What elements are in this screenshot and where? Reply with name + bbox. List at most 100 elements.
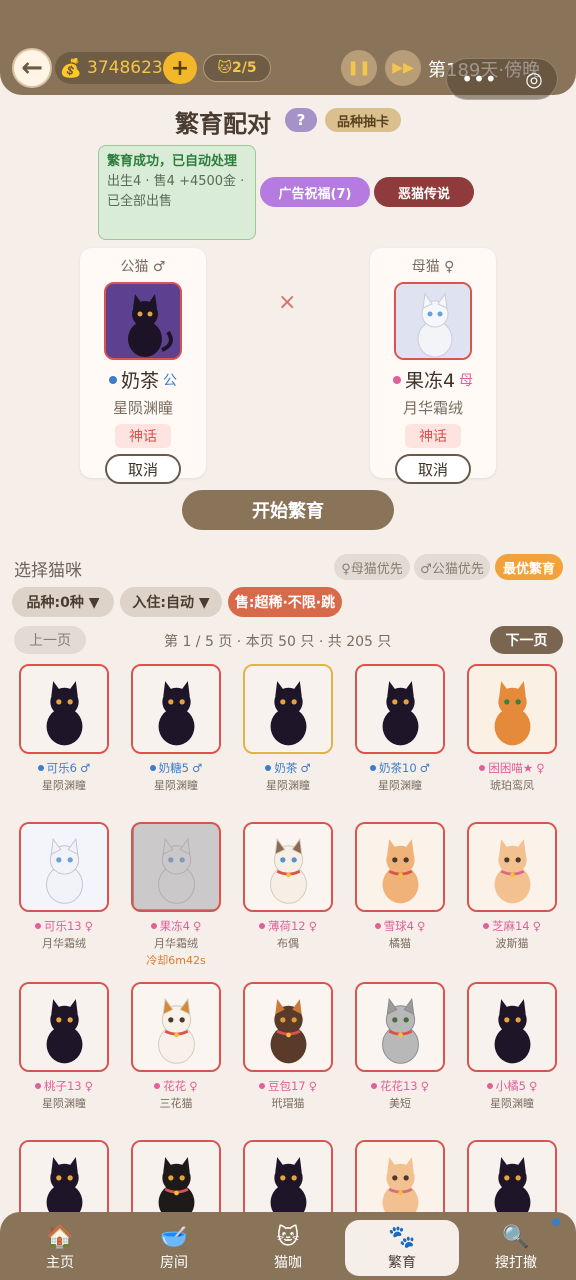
cat-portrait[interactable] <box>243 664 333 754</box>
cat-name: 花花 <box>163 1079 187 1093</box>
nav-room-label: 房间 <box>160 1254 188 1271</box>
cat-portrait[interactable] <box>131 664 221 754</box>
cat-card[interactable]: 豆包17 ♀ 玳瑁猫 <box>242 982 334 1111</box>
cat-breed: 星陨渊瞳 <box>154 779 198 792</box>
cat-portrait[interactable] <box>131 822 221 912</box>
cat-card[interactable]: 果冻4 ♀ 月华霜绒 冷却6m42s <box>130 822 222 968</box>
cat-illustration <box>357 666 443 751</box>
cat-card[interactable]: 可乐6 ♂ 星陨渊瞳 <box>18 664 110 793</box>
gender-dot-icon <box>258 1083 265 1089</box>
cat-slot-counter: 🐱 2/5 <box>203 54 271 82</box>
cat-name-row: 小橘5 ♀ <box>466 1078 558 1094</box>
male-cat-portrait <box>104 282 182 360</box>
ad-blessing-button[interactable]: 广告祝福(7) <box>260 177 370 207</box>
nav-breed-label: 繁育 <box>388 1254 416 1271</box>
more-dots-icon[interactable]: ••• <box>461 67 496 91</box>
gender-symbol: ♀ <box>84 919 94 933</box>
close-target-icon[interactable]: ◎ <box>525 67 542 91</box>
prev-page-button[interactable]: 上一页 <box>14 626 86 654</box>
cat-portrait[interactable] <box>243 822 333 912</box>
gender-symbol: ♀ <box>532 919 542 933</box>
breed-draw-button[interactable]: 品种抽卡 <box>325 108 401 132</box>
cat-card[interactable]: 小橘5 ♀ 星陨渊瞳 <box>466 982 558 1111</box>
cat-portrait[interactable] <box>131 982 221 1072</box>
nav-explore[interactable]: 🔍 搜打撤 <box>466 1220 566 1276</box>
cat-name-row: 花花13 ♀ <box>354 1078 446 1094</box>
cat-portrait[interactable] <box>243 982 333 1072</box>
gender-dot-icon <box>370 1083 377 1089</box>
cat-card[interactable]: 奶茶10 ♂ 星陨渊瞳 <box>354 664 446 793</box>
cat-name: 奶茶10 <box>379 761 417 775</box>
cat-card[interactable]: 奶糖5 ♂ 星陨渊瞳 <box>130 664 222 793</box>
female-cancel-button[interactable]: 取消 <box>395 454 471 484</box>
nav-home[interactable]: 🏠 主页 <box>10 1220 110 1276</box>
male-first-button[interactable]: ♂公猫优先 <box>414 554 490 580</box>
select-cat-label: 选择猫咪 <box>14 561 82 581</box>
gender-symbol: ♀ <box>536 761 545 775</box>
cat-illustration <box>469 824 555 909</box>
cat-card[interactable]: 花花13 ♀ 美短 <box>354 982 446 1111</box>
nav-breed[interactable]: 🐾 繁育 <box>345 1220 459 1276</box>
cat-card[interactable]: 薄荷12 ♀ 布偶 <box>242 822 334 951</box>
cat-name: 薄荷12 <box>267 919 306 933</box>
cat-name-row: 豆包17 ♀ <box>242 1078 334 1094</box>
cat-card[interactable]: 奶茶 ♂ 星陨渊瞳 <box>242 664 334 793</box>
breed-filter-dropdown[interactable]: 品种:0种 ▼ <box>12 587 114 617</box>
cat-name-row: 奶糖5 ♂ <box>130 760 222 776</box>
cat-card[interactable]: 雪球4 ♀ 橘猫 <box>354 822 446 951</box>
help-button[interactable]: ? <box>285 108 317 132</box>
cat-name-row: 奶茶 ♂ <box>242 760 334 776</box>
best-breed-button[interactable]: 最优繁育 <box>495 554 563 580</box>
cat-name-row: 雪球4 ♀ <box>354 918 446 934</box>
cat-portrait[interactable] <box>467 982 557 1072</box>
cat-name-row: 花花 ♀ <box>130 1078 222 1094</box>
cat-portrait[interactable] <box>467 664 557 754</box>
male-dot-icon <box>108 375 117 384</box>
cat-portrait[interactable] <box>467 822 557 912</box>
cat-illustration <box>357 824 443 909</box>
fast-forward-icon[interactable]: ▶▶ <box>385 50 421 86</box>
cat-portrait[interactable] <box>355 664 445 754</box>
cat-name-row: 薄荷12 ♀ <box>242 918 334 934</box>
cat-card[interactable]: 可乐13 ♀ 月华霜绒 <box>18 822 110 951</box>
notice-headline: 繁育成功，已自动处理 <box>107 154 238 169</box>
cat-portrait[interactable] <box>355 822 445 912</box>
nav-cafe-label: 猫咖 <box>274 1254 302 1271</box>
female-first-button[interactable]: ♀母猫优先 <box>334 554 410 580</box>
gender-symbol: ♀ <box>308 919 318 933</box>
nav-cafe[interactable]: 🐱 猫咖 <box>238 1220 338 1276</box>
next-page-button[interactable]: 下一页 <box>490 626 563 654</box>
cat-card[interactable]: 芝麻14 ♀ 波斯猫 <box>466 822 558 951</box>
cross-icon: × <box>278 290 297 315</box>
pause-icon[interactable]: ❚❚ <box>341 50 377 86</box>
male-gender-tag: 公 <box>163 372 177 389</box>
mini-program-capsule[interactable]: ••• ◎ <box>446 58 558 100</box>
sell-filter-button[interactable]: 售:超稀·不限·跳 <box>228 587 342 617</box>
cat-illustration <box>133 984 219 1069</box>
gender-dot-icon <box>150 923 157 929</box>
gender-symbol: ♀ <box>84 1079 94 1093</box>
male-cancel-button[interactable]: 取消 <box>105 454 181 484</box>
cat-breed: 玳瑁猫 <box>271 1097 305 1110</box>
cat-portrait[interactable] <box>19 664 109 754</box>
cat-card[interactable]: 困困喵★ ♀ 琥珀鸾凤 <box>466 664 558 793</box>
nav-room[interactable]: 🥣 房间 <box>124 1220 224 1276</box>
cat-portrait[interactable] <box>19 982 109 1072</box>
female-role-label: 母猫 ♀ <box>411 259 455 275</box>
notice-detail: 出生4 · 售4 +4500金 · 已全部出售 <box>107 174 245 209</box>
back-arrow-icon[interactable]: ← <box>12 48 52 88</box>
cat-card[interactable]: 桃子13 ♀ 星陨渊瞳 <box>18 982 110 1111</box>
cat-slot-value: 2/5 <box>232 60 257 76</box>
cat-illustration <box>21 666 107 751</box>
stay-filter-dropdown[interactable]: 入住:自动 ▼ <box>120 587 222 617</box>
add-coins-button[interactable]: + <box>163 52 197 84</box>
cat-breed: 三花猫 <box>159 1097 193 1110</box>
cat-portrait[interactable] <box>355 982 445 1072</box>
female-dot-icon <box>392 375 401 384</box>
cat-card[interactable]: 花花 ♀ 三花猫 <box>130 982 222 1111</box>
cat-portrait[interactable] <box>19 822 109 912</box>
gender-dot-icon <box>154 1083 161 1089</box>
gender-dot-icon <box>34 1083 41 1089</box>
start-breeding-button[interactable]: 开始繁育 <box>182 490 394 530</box>
evil-cat-legend-button[interactable]: 恶猫传说 <box>374 177 474 207</box>
